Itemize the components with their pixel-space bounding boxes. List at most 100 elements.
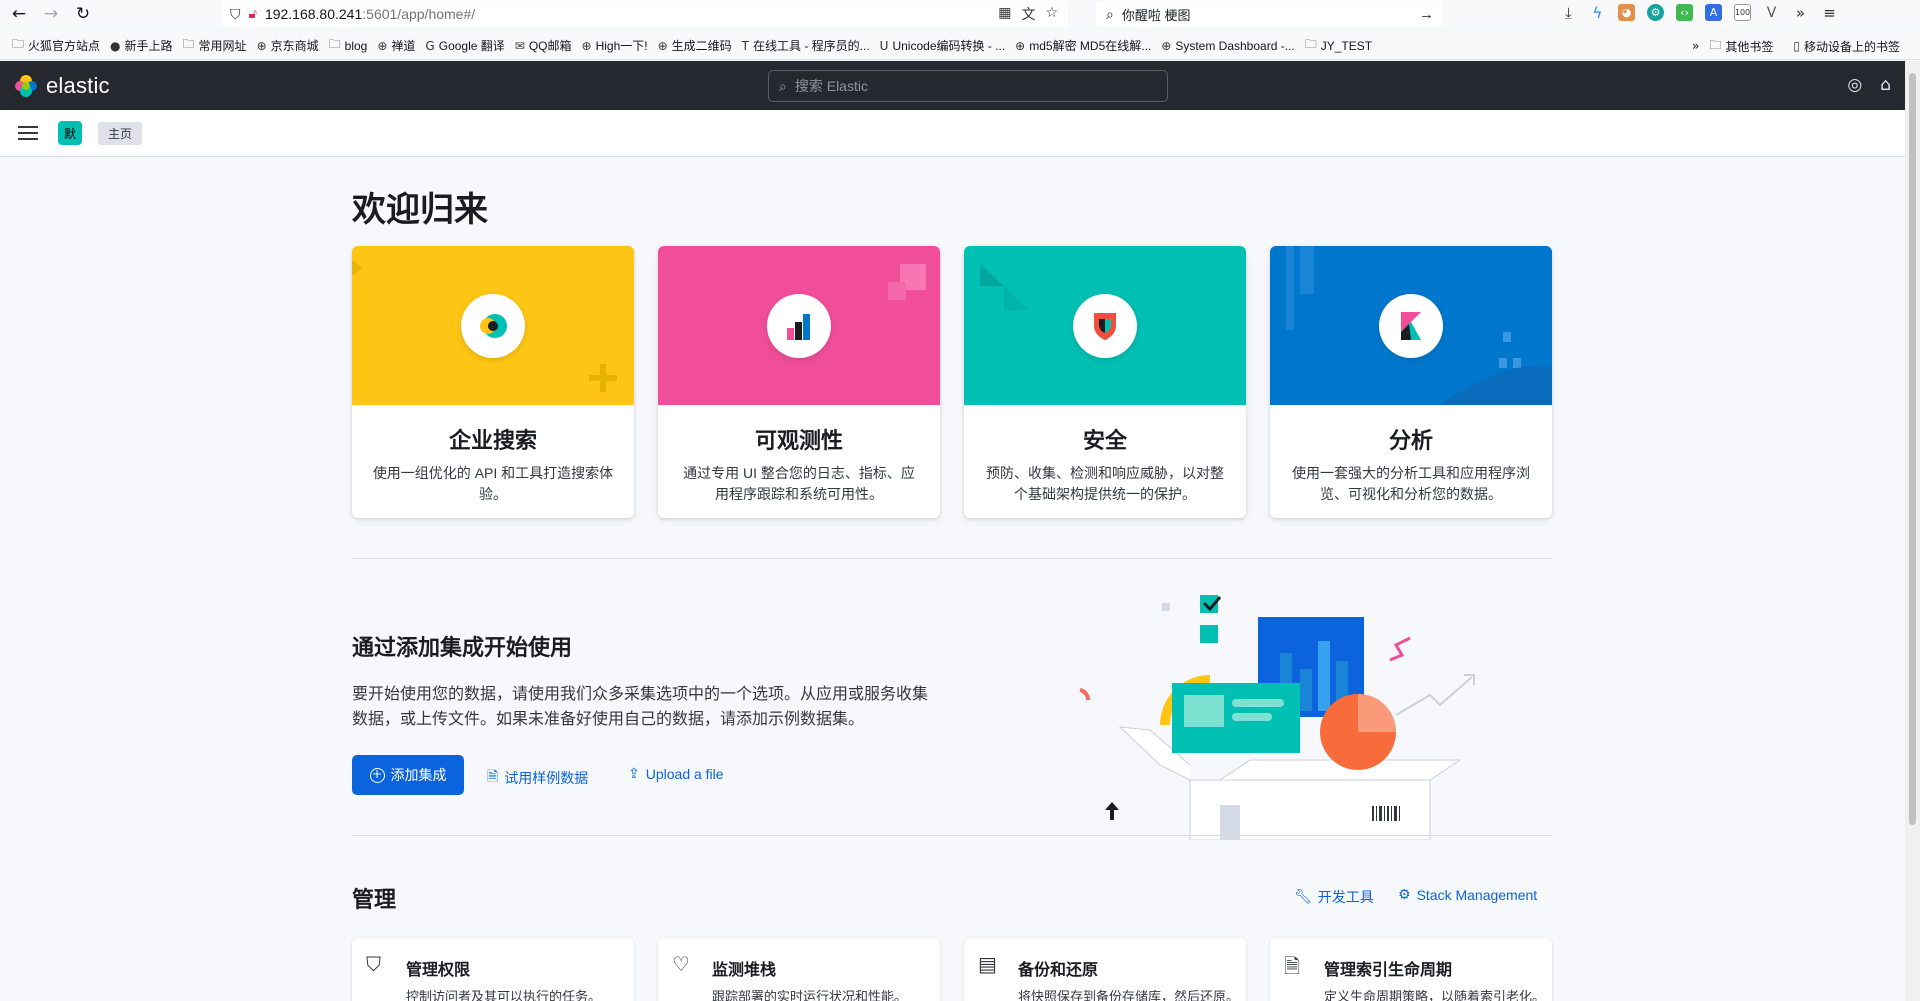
bookmark-item[interactable]: ⊕ 禅道	[377, 37, 415, 54]
folder-icon: 🗀︎	[1709, 37, 1722, 52]
bookmark-item[interactable]: 🗀︎ JY_TEST	[1305, 35, 1372, 56]
elastic-search-input[interactable]: ⌕ 搜索 Elastic	[768, 70, 1168, 102]
upload-file-label: Upload a file	[645, 766, 724, 782]
card-banner	[352, 246, 634, 405]
management-card-snapshots[interactable]: ▤ 备份和还原 将快照保存到备份存储库，然后还原。	[964, 938, 1246, 1001]
dev-tools-label: 开发工具	[1317, 889, 1374, 905]
solution-card-enterprise-search[interactable]: 企业搜索 使用一组优化的 API 和工具打造搜索体验。	[352, 246, 634, 518]
mobile-bookmarks-label: 移动设备上的书签	[1803, 39, 1900, 54]
reload-icon[interactable]: ↻	[70, 1, 96, 27]
bookmark-item[interactable]: T 在线工具 - 程序员的...	[742, 37, 870, 54]
kibana-icon	[1379, 294, 1443, 358]
overflow-icon[interactable]: »	[1792, 4, 1809, 22]
mobile-icon: ▯	[1793, 39, 1800, 53]
solution-title: 安全	[1082, 428, 1127, 453]
qr-code-icon[interactable]: ▦	[998, 4, 1011, 24]
management-card-desc: 将快照保存到备份存储库，然后还原。	[1018, 989, 1240, 1001]
bookmark-item[interactable]: ⊕ 京东商城	[257, 37, 319, 54]
code-ext-icon[interactable]: ‹›	[1676, 4, 1693, 21]
integrations-title: 通过添加集成开始使用	[352, 635, 573, 660]
divider	[352, 558, 1552, 559]
url-host: 192.168.80.241	[264, 6, 363, 22]
management-card-monitoring[interactable]: ♡ 监测堆栈 跟踪部署的实时运行状况和性能。	[658, 938, 940, 1001]
search-icon: ⌕	[779, 77, 787, 94]
news-feed-icon[interactable]: ⌂	[1880, 75, 1891, 95]
help-icon[interactable]: ◎	[1847, 75, 1862, 95]
scrollbar-thumb[interactable]	[1909, 73, 1916, 825]
integrations-illustration	[1079, 595, 1475, 840]
monkey-ext-icon[interactable]: ◕	[1618, 4, 1635, 21]
bookmarks-bar: 🗀︎ 火狐官方站点 ● 新手上路 🗀︎ 常用网址 ⊕ 京东商城 🗀︎ blog ⊕ 禅道 G Google…	[0, 32, 1920, 60]
bookmark-item[interactable]: 🗀︎ 火狐官方站点	[12, 35, 100, 56]
solution-card-analytics[interactable]: 分析 使用一套强大的分析工具和应用程序浏览、可视化和分析您的数据。	[1270, 246, 1552, 518]
bookmark-item[interactable]: U Unicode编码转换 - ...	[880, 37, 1006, 54]
search-bar[interactable]: ⌕ 你醒啦 梗图 →	[1096, 1, 1442, 27]
globe-icon: ⊕	[1161, 38, 1172, 53]
tracking-shield-icon[interactable]: ⛉	[230, 6, 241, 23]
folder-icon: 🗀︎	[12, 37, 25, 51]
bookmark-item[interactable]: ⊕ 生成二维码	[658, 37, 732, 54]
forward-icon[interactable]: →	[38, 1, 64, 27]
search-text: 你醒啦 梗图	[1121, 7, 1191, 23]
translate-page-icon[interactable]: 文	[1021, 4, 1035, 24]
download-icon[interactable]: ⤓	[1560, 4, 1577, 22]
management-card-title: 管理权限	[406, 962, 471, 979]
nav-menu-toggle-icon[interactable]	[18, 126, 38, 140]
stack-management-label: Stack Management	[1416, 887, 1538, 903]
management-card-permissions[interactable]: ⛉ 管理权限 控制访问者及其可以执行的任务。	[352, 938, 634, 1001]
bookmark-item[interactable]: ✉︎ QQ邮箱	[515, 37, 572, 54]
score-ext-icon[interactable]: 100	[1734, 4, 1751, 21]
solution-title: 企业搜索	[448, 428, 537, 453]
solution-card-observability[interactable]: 可观测性 通过专用 UI 整合您的日志、指标、应用程序跟踪和系统可用性。	[658, 246, 940, 518]
solution-desc: 使用一套强大的分析工具和应用程序浏览、可视化和分析您的数据。	[1292, 465, 1530, 502]
bookmark-item[interactable]: G Google 翻译	[425, 37, 504, 54]
other-bookmarks[interactable]: 🗀︎ 其他书签	[1709, 36, 1773, 57]
solution-card-security[interactable]: 安全 预防、收集、检测和响应威胁，以对整个基础架构提供统一的保护。	[964, 246, 1246, 518]
bookmark-item[interactable]: ⊕ High一下!	[582, 37, 648, 54]
bookmark-item[interactable]: ⊕ md5解密 MD5在线解...	[1015, 37, 1151, 54]
management-card-index-lifecycle[interactable]: 🗎︎ 管理索引生命周期 定义生命周期策略，以随着索引老化。	[1270, 938, 1552, 1001]
upload-file-link[interactable]: ⇪ Upload a file	[628, 766, 724, 782]
bookmarks-overflow-icon[interactable]: »	[1692, 39, 1699, 53]
url-bar[interactable]: ⛉ 🔓︎ 192.168.80.241:5601/app/home#/ ▦ 文 …	[222, 1, 1068, 27]
add-integrations-button[interactable]: + 添加集成	[352, 755, 464, 795]
bookmark-item[interactable]: 🗀︎ 常用网址	[183, 35, 247, 56]
space-avatar[interactable]: 默	[58, 121, 82, 145]
back-icon[interactable]: ←	[6, 1, 32, 27]
mobile-bookmarks[interactable]: ▯ 移动设备上的书签	[1793, 38, 1900, 55]
bookmark-label: 京东商城	[270, 39, 319, 53]
bookmark-label: System Dashboard -...	[1175, 38, 1295, 53]
vue-ext-icon[interactable]: V	[1763, 4, 1780, 21]
search-go-icon[interactable]: →	[1419, 6, 1434, 23]
stack-management-link[interactable]: ⚙ Stack Management	[1398, 887, 1537, 903]
lightning-ext-icon[interactable]: ϟ	[1589, 4, 1606, 22]
card-banner	[964, 246, 1246, 405]
browser-toolbar: ← → ↻ ⛉ 🔓︎ 192.168.80.241:5601/app/home#…	[0, 0, 1920, 28]
menu-icon[interactable]: ≡	[1821, 4, 1838, 22]
try-sample-data-link[interactable]: 🗎︎ 试用样例数据	[487, 766, 588, 790]
dev-tools-link[interactable]: 🔧︎ 开发工具	[1294, 887, 1374, 907]
bookmark-label: 生成二维码	[671, 39, 732, 53]
solution-title: 可观测性	[754, 428, 843, 453]
insecure-lock-icon[interactable]: 🔓︎	[249, 6, 257, 22]
page-title: 欢迎归来	[352, 191, 488, 229]
management-card-desc: 控制访问者及其可以执行的任务。	[406, 989, 602, 1001]
translate-icon: G	[425, 38, 435, 53]
bookmark-item[interactable]: 🗀︎ blog	[329, 35, 368, 56]
page-scrollbar[interactable]	[1905, 61, 1920, 1001]
bookmark-label: 常用网址	[198, 39, 247, 53]
breadcrumb-home[interactable]: 主页	[98, 121, 143, 145]
bookmark-star-icon[interactable]: ☆	[1045, 4, 1058, 24]
gear-ext-icon[interactable]: ⚙	[1647, 4, 1664, 21]
bookmark-label: 火狐官方站点	[28, 39, 101, 53]
card-banner	[658, 246, 940, 405]
elastic-logo[interactable]: elastic	[14, 73, 110, 99]
card-banner	[1270, 246, 1552, 405]
document-icon: 🗎︎	[487, 769, 499, 785]
add-integrations-label: 添加集成	[390, 767, 447, 783]
solution-desc: 预防、收集、检测和响应威胁，以对整个基础架构提供统一的保护。	[986, 465, 1224, 502]
folder-icon: 🗀︎	[182, 37, 195, 51]
bookmark-item[interactable]: ⊕ System Dashboard -...	[1161, 39, 1294, 53]
bookmark-item[interactable]: ● 新手上路	[110, 37, 173, 54]
translate-ext-icon[interactable]: A	[1705, 4, 1722, 21]
